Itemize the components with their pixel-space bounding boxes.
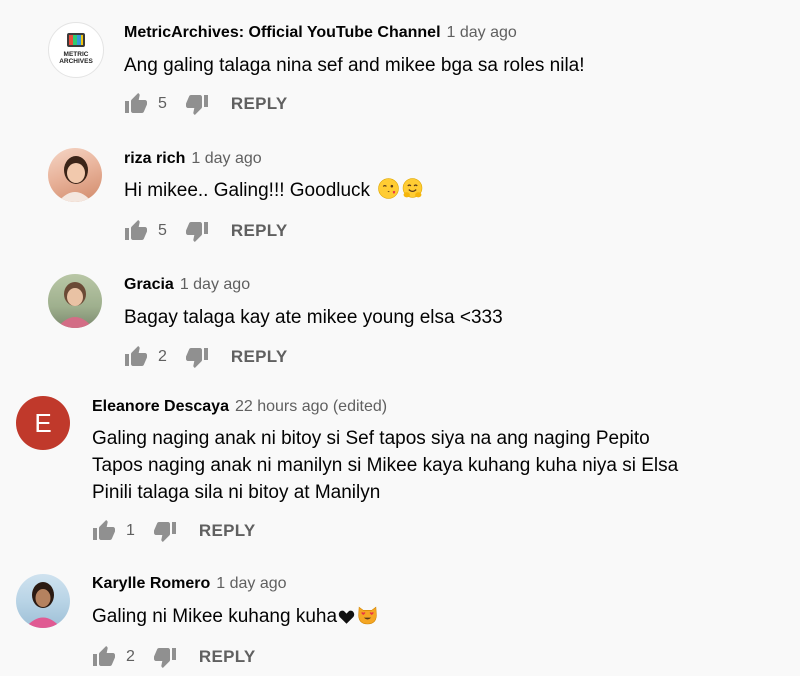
comment-2: riza rich 1 day ago Hi mikee.. Galing!!! … xyxy=(0,130,800,256)
user-photo xyxy=(57,282,93,328)
avatar[interactable] xyxy=(16,574,70,628)
comment-actions: 5 REPLY xyxy=(124,219,288,243)
comment-text: Ang galing talaga nina sef and mikee bga… xyxy=(124,55,585,76)
author-name[interactable]: riza rich xyxy=(124,150,185,167)
comment-line: Galing naging anak ni bitoy si Sef tapos… xyxy=(92,428,650,449)
avatar-letter: E xyxy=(34,407,52,438)
svg-text:METRIC: METRIC xyxy=(64,51,89,58)
thumbs-down-icon[interactable] xyxy=(185,345,209,369)
comment-header: MetricArchives: Official YouTube Channel… xyxy=(124,24,517,42)
comment-4: E Eleanore Descaya 22 hours ago (edited) … xyxy=(0,384,800,554)
comment-time[interactable]: 22 hours ago (edited) xyxy=(235,398,387,415)
thumbs-up-icon[interactable] xyxy=(124,92,148,116)
like-count: 5 xyxy=(158,222,167,239)
author-name[interactable]: MetricArchives: Official YouTube Channel xyxy=(124,24,441,41)
avatar[interactable]: E xyxy=(16,396,70,450)
reply-button[interactable]: REPLY xyxy=(231,347,288,367)
thumbs-down-icon[interactable] xyxy=(185,92,209,116)
comment-text: Hi mikee.. Galing!!! Goodluck xyxy=(124,177,423,207)
avatar[interactable]: METRIC ARCHIVES xyxy=(48,22,104,78)
comment-actions: 1 REPLY xyxy=(92,519,256,543)
thumbs-up-icon[interactable] xyxy=(92,519,116,543)
thumbs-down-icon[interactable] xyxy=(185,219,209,243)
author-name[interactable]: Eleanore Descaya xyxy=(92,398,229,415)
reply-button[interactable]: REPLY xyxy=(199,647,256,667)
thumbs-down-icon[interactable] xyxy=(153,519,177,543)
heart-eyes-cat-emoji xyxy=(357,604,378,633)
reply-button[interactable]: REPLY xyxy=(231,94,288,114)
comment-actions: 5 REPLY xyxy=(124,92,288,116)
thumbs-up-icon[interactable] xyxy=(124,219,148,243)
author-name[interactable]: Gracia xyxy=(124,276,174,293)
comment-5: Karylle Romero 1 day ago Galing ni Mikee … xyxy=(0,554,800,676)
comment-line: Pinili talaga sila ni bitoy at Manilyn xyxy=(92,482,381,503)
comment-text: Galing ni Mikee kuhang kuha xyxy=(92,603,378,633)
reply-button[interactable]: REPLY xyxy=(231,221,288,241)
reply-button[interactable]: REPLY xyxy=(199,521,256,541)
comment-header: riza rich 1 day ago xyxy=(124,150,262,168)
comment-text: Galing naging anak ni bitoy si Sef tapos… xyxy=(92,425,678,506)
comment-time[interactable]: 1 day ago xyxy=(447,24,517,41)
winking-kiss-emoji xyxy=(378,178,400,207)
black-heart-emoji xyxy=(338,606,355,633)
user-photo xyxy=(25,582,61,628)
comment-time[interactable]: 1 day ago xyxy=(191,150,261,167)
like-count: 1 xyxy=(126,522,135,539)
comment-actions: 2 REPLY xyxy=(124,345,288,369)
comment-actions: 2 REPLY xyxy=(92,645,256,669)
svg-text:ARCHIVES: ARCHIVES xyxy=(59,58,93,65)
comment-line: Tapos naging anak ni manilyn si Mikee ka… xyxy=(92,455,679,476)
avatar[interactable] xyxy=(48,148,102,202)
user-photo xyxy=(58,156,92,202)
comment-time[interactable]: 1 day ago xyxy=(180,276,250,293)
comment-1: METRIC ARCHIVES MetricArchives: Official… xyxy=(0,0,800,130)
avatar[interactable] xyxy=(48,274,102,328)
thumbs-down-icon[interactable] xyxy=(153,645,177,669)
comment-time[interactable]: 1 day ago xyxy=(216,575,286,592)
thumbs-up-icon[interactable] xyxy=(92,645,116,669)
like-count: 5 xyxy=(158,95,167,112)
hugging-face-emoji xyxy=(402,178,423,207)
thumbs-up-icon[interactable] xyxy=(124,345,148,369)
comment-header: Eleanore Descaya 22 hours ago (edited) xyxy=(92,398,387,416)
metricarchives-logo: METRIC ARCHIVES xyxy=(59,33,93,65)
like-count: 2 xyxy=(158,348,167,365)
comment-3: Gracia 1 day ago Bagay talaga kay ate mik… xyxy=(0,256,800,384)
comment-header: Gracia 1 day ago xyxy=(124,276,250,294)
comment-text: Bagay talaga kay ate mikee young elsa <3… xyxy=(124,307,503,328)
comment-header: Karylle Romero 1 day ago xyxy=(92,575,287,593)
author-name[interactable]: Karylle Romero xyxy=(92,575,210,592)
like-count: 2 xyxy=(126,648,135,665)
